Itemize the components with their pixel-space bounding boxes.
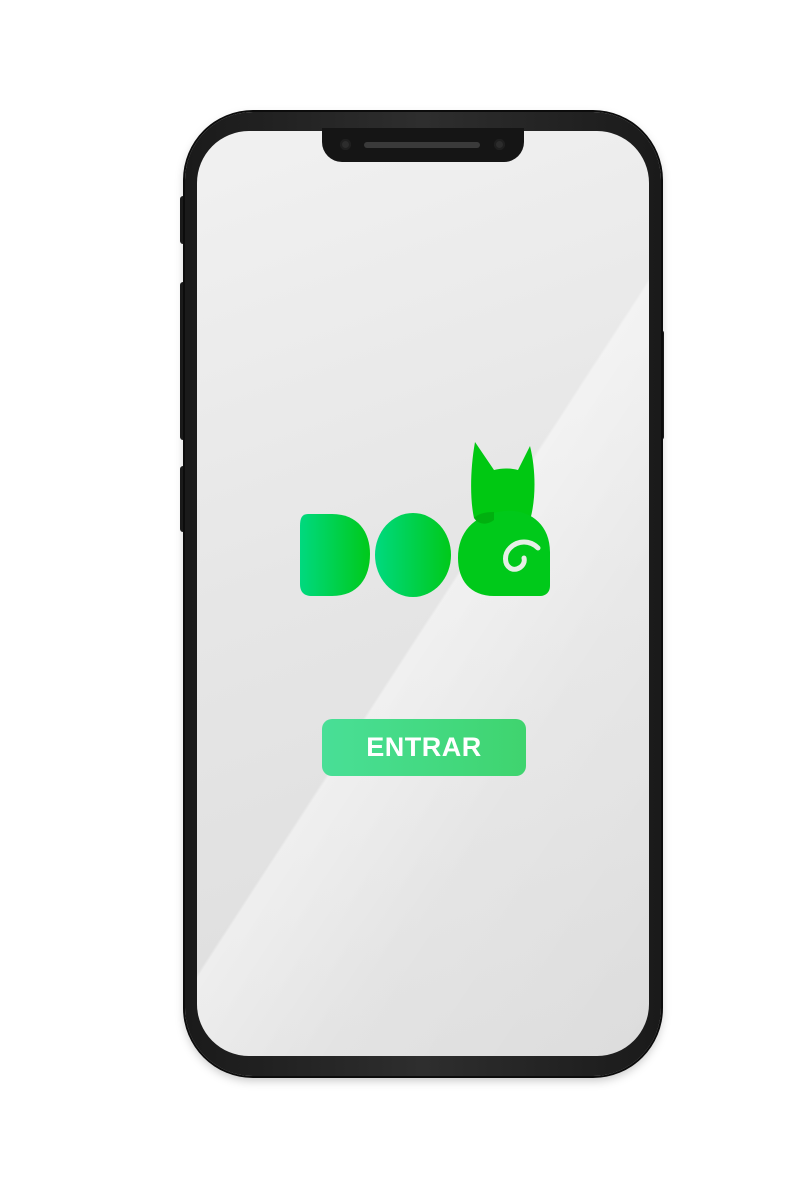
logo-letter-o: [375, 513, 451, 597]
logo-dog-head: [471, 442, 535, 520]
phone-notch: [322, 128, 524, 162]
sensor-icon: [494, 139, 505, 150]
dog-logo-icon: [300, 442, 550, 597]
front-camera-icon: [340, 139, 351, 150]
enter-button[interactable]: ENTRAR: [322, 719, 526, 776]
earpiece-speaker: [364, 142, 480, 148]
logo-letter-d: [300, 514, 370, 596]
